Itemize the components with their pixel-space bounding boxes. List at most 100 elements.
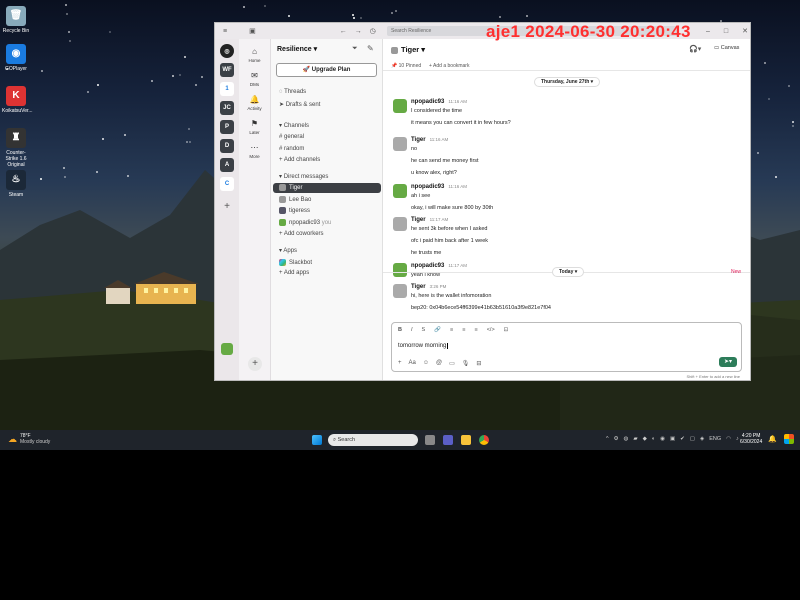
author-name[interactable]: Tiger xyxy=(411,217,426,223)
code-block-icon[interactable]: ⊡ xyxy=(504,327,509,333)
maximize-button[interactable]: □ xyxy=(724,28,728,35)
workspace-resilience-icon[interactable]: ◎ xyxy=(220,44,234,58)
add-coworkers-button[interactable]: + Add coworkers xyxy=(279,231,324,237)
author-avatar[interactable] xyxy=(393,217,407,231)
author-avatar[interactable] xyxy=(393,263,407,277)
author-avatar[interactable] xyxy=(393,284,407,298)
sidebar-item-slackbot[interactable]: Slackbot xyxy=(279,259,312,266)
add-channels-button[interactable]: + Add channels xyxy=(279,157,320,163)
file-explorer-icon[interactable] xyxy=(461,435,471,445)
nav-home[interactable]: ⌂ Home xyxy=(239,47,270,63)
sidebar-item-threads[interactable]: ◌ Threads xyxy=(279,89,306,95)
ordered-list-icon[interactable]: ≡ xyxy=(450,327,453,333)
message-time[interactable]: 11:17 AM xyxy=(448,263,467,268)
sidebar-item-general[interactable]: # general xyxy=(279,134,304,140)
user-avatar[interactable] xyxy=(221,343,233,355)
sidebar-item-drafts[interactable]: ➤ Drafts & sent xyxy=(279,101,320,108)
text-format-icon[interactable]: Aa xyxy=(409,360,416,367)
message-time[interactable]: 11:16 AM xyxy=(448,99,467,104)
nav-later[interactable]: ⚑ Later xyxy=(239,119,270,135)
tray-settings-icon[interactable]: ⚙ xyxy=(614,436,619,442)
message-time[interactable]: 11:16 AM xyxy=(448,184,467,189)
message-input[interactable]: tomorrow morning xyxy=(398,343,449,349)
tray-app-icon[interactable]: ▢ xyxy=(690,436,695,442)
nav-more[interactable]: ⋯ More xyxy=(239,143,270,159)
mention-icon[interactable]: @ xyxy=(436,360,442,367)
message-author[interactable]: npopadic93 11:17 AM xyxy=(411,263,467,269)
message-time[interactable]: 11:17 AM xyxy=(430,217,449,222)
desktop-icon[interactable]: ♜ Counter-Strike 1.6 Original xyxy=(2,128,30,168)
desktop-icon[interactable]: ♨ Steam xyxy=(2,170,30,198)
tray-chevron-icon[interactable]: ^ xyxy=(606,436,609,442)
taskbar-clock[interactable]: 4:20 PM 6/30/2024 xyxy=(740,433,762,445)
start-button-icon[interactable] xyxy=(312,435,322,445)
back-arrow-icon[interactable]: ← xyxy=(340,28,347,35)
author-name[interactable]: npopadic93 xyxy=(411,184,444,190)
nav-activity[interactable]: 🔔 Activity xyxy=(239,95,270,111)
author-name[interactable]: Tiger xyxy=(411,284,426,290)
message-author[interactable]: Tiger 11:17 AM xyxy=(411,217,448,223)
tray-app-icon[interactable]: ◆ xyxy=(643,436,647,442)
desktop-icon[interactable]: ◉ GOPlayer xyxy=(2,44,30,72)
forward-arrow-icon[interactable]: → xyxy=(355,28,362,35)
date-divider-today[interactable]: Today ▾ xyxy=(552,267,585,277)
workspace-icon[interactable]: C xyxy=(220,177,234,191)
author-name[interactable]: Tiger xyxy=(411,137,426,143)
mic-icon[interactable]: 🎙 xyxy=(462,360,470,367)
emoji-icon[interactable]: ☺ xyxy=(423,360,429,367)
minimize-button[interactable]: – xyxy=(706,28,710,35)
sidebar-item-tiger[interactable]: Tiger xyxy=(273,183,381,193)
desktop-icon[interactable]: K KoikatsuVer... xyxy=(2,86,33,114)
tray-language[interactable]: ENG xyxy=(709,436,721,442)
workspace-icon[interactable]: D xyxy=(220,139,234,153)
link-icon[interactable]: 🔗 xyxy=(434,327,441,333)
send-button[interactable]: ➤▾ xyxy=(719,357,737,367)
tray-app-icon[interactable]: ◈ xyxy=(700,436,704,442)
author-avatar[interactable] xyxy=(393,184,407,198)
author-avatar[interactable] xyxy=(393,137,407,151)
message-author[interactable]: Tiger 11:16 AM xyxy=(411,137,448,143)
sidebar-item-tigeress[interactable]: tigeress xyxy=(279,207,310,214)
tray-app-icon[interactable]: ▣ xyxy=(670,436,675,442)
sidebar-item-lee-bao[interactable]: Lee Bao xyxy=(279,196,311,203)
code-icon[interactable]: </> xyxy=(487,327,495,333)
new-message-icon[interactable]: ✎ xyxy=(367,44,374,53)
pinned-link[interactable]: 📌 10 Pinned xyxy=(391,63,421,69)
history-icon[interactable]: ◷ xyxy=(370,27,376,35)
bullet-list-icon[interactable]: ≡ xyxy=(462,327,465,333)
add-bookmark-button[interactable]: + Add a bookmark xyxy=(429,63,469,69)
date-divider-june27[interactable]: Thursday, June 27th ▾ xyxy=(534,77,601,87)
message-author[interactable]: Tiger 3:26 PM xyxy=(411,284,446,290)
tray-app-icon[interactable]: ◉ xyxy=(660,436,665,442)
tray-app-icon[interactable]: ✔ xyxy=(680,436,685,442)
sidebar-item-npopadic93[interactable]: npopadic93 you xyxy=(279,219,331,226)
upgrade-plan-button[interactable]: 🚀 Upgrade Plan xyxy=(276,63,377,77)
message-time[interactable]: 11:16 AM xyxy=(430,137,449,142)
sidebar-toggle-icon[interactable]: ▣ xyxy=(249,27,256,35)
tray-app-icon[interactable]: ◍ xyxy=(624,436,629,442)
workspace-icon[interactable]: 1 xyxy=(220,82,234,96)
taskbar-search[interactable]: ⌕ Search xyxy=(328,434,418,446)
chrome-icon[interactable] xyxy=(479,435,489,445)
huddle-headphones-icon[interactable]: 🎧▾ xyxy=(689,45,701,53)
message-author[interactable]: npopadic93 11:16 AM xyxy=(411,99,467,105)
add-workspace-icon[interactable]: + xyxy=(215,201,239,212)
nav-dms[interactable]: ✉ DMs xyxy=(239,71,270,87)
teams-chat-icon[interactable] xyxy=(443,435,453,445)
italic-icon[interactable]: I xyxy=(411,327,413,333)
strikethrough-icon[interactable]: S xyxy=(422,327,426,333)
message-author[interactable]: npopadic93 11:16 AM xyxy=(411,184,467,190)
canvas-button[interactable]: ▭ Canvas xyxy=(714,45,739,51)
channels-header[interactable]: ▾ Channels xyxy=(279,122,309,129)
filter-icon[interactable]: ⏷ xyxy=(352,45,358,53)
author-name[interactable]: npopadic93 xyxy=(411,263,444,269)
tray-app-icon[interactable]: ▰ xyxy=(633,436,637,442)
workspace-icon[interactable]: WF xyxy=(220,63,234,77)
notification-bell-icon[interactable]: 🔔 xyxy=(768,435,777,443)
close-button[interactable]: ✕ xyxy=(742,27,748,35)
bold-icon[interactable]: B xyxy=(398,327,402,333)
desktop-icon[interactable]: 🗑 Recycle Bin xyxy=(2,6,30,34)
add-apps-button[interactable]: + Add apps xyxy=(279,270,309,276)
apps-header[interactable]: ▾ Apps xyxy=(279,247,297,254)
attach-plus-icon[interactable]: + xyxy=(398,360,402,367)
